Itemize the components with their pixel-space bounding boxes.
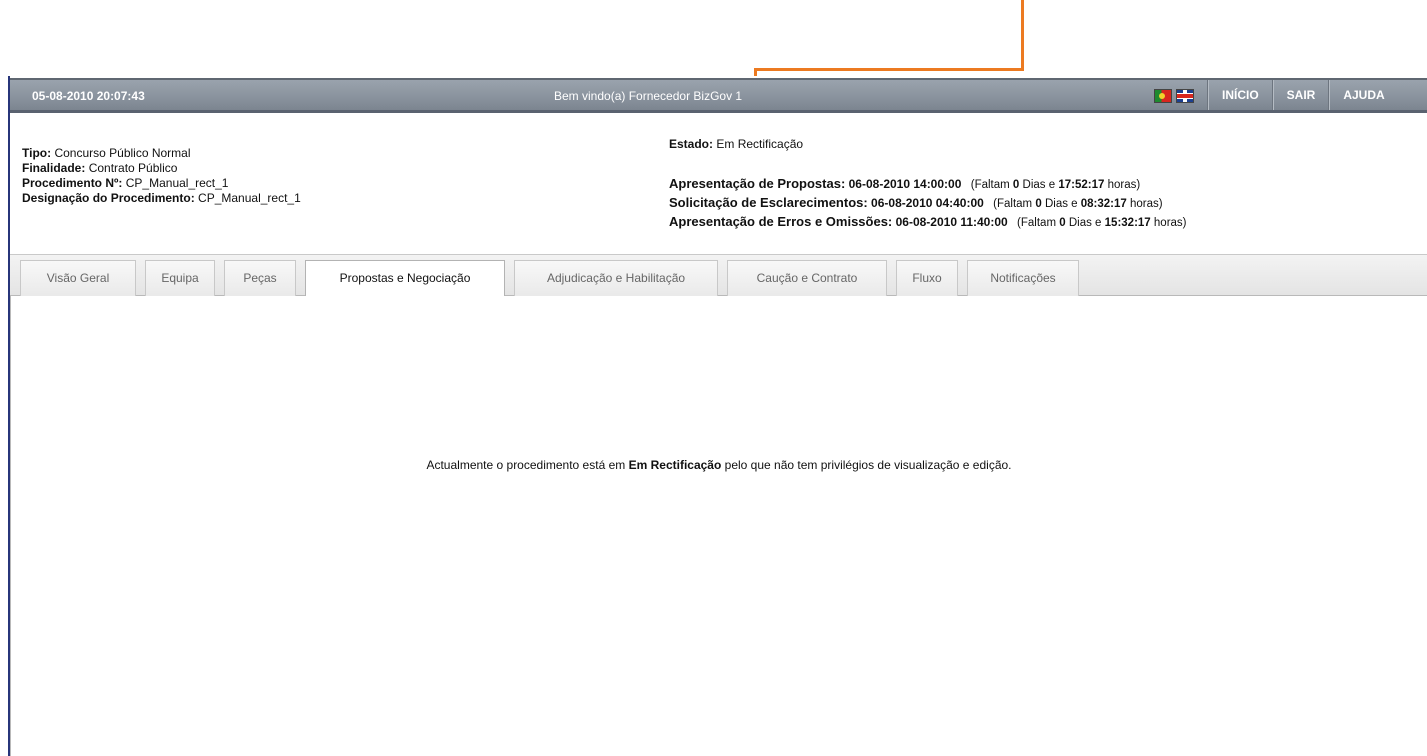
- deadline-row: Apresentação de Erros e Omissões: 06-08-…: [669, 213, 1187, 232]
- numero-value: CP_Manual_rect_1: [125, 176, 229, 190]
- tab-bar: Visão Geral Equipa Peças Propostas e Neg…: [10, 254, 1427, 298]
- callout-arrow-horizontal: [754, 68, 1024, 71]
- callout-arrow-vertical: [1021, 0, 1024, 70]
- remaining-prefix: (Faltam: [1017, 217, 1057, 229]
- deadline-row: Solicitação de Esclarecimentos: 06-08-20…: [669, 194, 1187, 213]
- nav-inicio-link[interactable]: INÍCIO: [1209, 80, 1272, 110]
- language-selector: [1154, 85, 1194, 107]
- top-bar: 05-08-2010 20:07:43 Bem vindo(a) Fornece…: [10, 78, 1427, 113]
- tipo-row: Tipo: Concurso Público Normal: [22, 146, 301, 161]
- deadline-row: Apresentação de Propostas: 06-08-2010 14…: [669, 175, 1187, 194]
- remaining-time: 08:32:17: [1080, 198, 1127, 210]
- deadline-remaining: (Faltam 0 Dias e 17:52:17 horas): [971, 179, 1140, 191]
- finalidade-value: Contrato Público: [88, 161, 178, 175]
- tab-pecas[interactable]: Peças: [224, 260, 296, 297]
- remaining-suffix: horas): [1153, 217, 1187, 229]
- message-text-after: pelo que não tem privilégios de visualiz…: [724, 458, 1012, 472]
- numero-label: Procedimento Nº:: [22, 176, 123, 190]
- remaining-suffix: horas): [1130, 198, 1163, 210]
- top-navigation: INÍCIO SAIR AJUDA: [1207, 80, 1398, 110]
- remaining-days: 0: [1035, 198, 1042, 210]
- designacao-row: Designação do Procedimento: CP_Manual_re…: [22, 191, 301, 206]
- tipo-value: Concurso Público Normal: [54, 146, 191, 160]
- no-privileges-message: Actualmente o procedimento está em Em Re…: [11, 458, 1427, 472]
- designacao-value: CP_Manual_rect_1: [198, 191, 301, 205]
- tab-propostas-negociacao[interactable]: Propostas e Negociação: [305, 260, 505, 298]
- tab-equipa[interactable]: Equipa: [145, 260, 215, 297]
- remaining-time: 15:32:17: [1104, 217, 1151, 229]
- remaining-mid: Dias e: [1068, 217, 1102, 229]
- welcome-message: Bem vindo(a) Fornecedor BizGov 1: [554, 89, 743, 103]
- estado-label: Estado:: [669, 137, 714, 151]
- tab-caucao-contrato[interactable]: Caução e Contrato: [727, 260, 887, 297]
- deadline-remaining: (Faltam 0 Dias e 15:32:17 horas): [1017, 217, 1186, 229]
- remaining-days: 0: [1059, 217, 1066, 229]
- pt-flag-icon[interactable]: [1154, 89, 1172, 103]
- deadline-datetime: 06-08-2010 11:40:00: [895, 215, 1008, 229]
- remaining-time: 17:52:17: [1058, 179, 1105, 191]
- tab-adjudicacao-habilitacao[interactable]: Adjudicação e Habilitação: [514, 260, 718, 297]
- tab-notificacoes[interactable]: Notificações: [967, 260, 1079, 297]
- message-state: Em Rectificação: [628, 458, 722, 472]
- deadlines-list: Apresentação de Propostas: 06-08-2010 14…: [669, 175, 1187, 232]
- nav-sair-link[interactable]: SAIR: [1274, 80, 1329, 110]
- remaining-mid: Dias e: [1044, 198, 1078, 210]
- remaining-suffix: horas): [1107, 179, 1141, 191]
- remaining-prefix: (Faltam: [993, 198, 1033, 210]
- deadline-datetime: 06-08-2010 14:00:00: [848, 177, 962, 191]
- deadline-label: Apresentação de Propostas:: [669, 176, 846, 191]
- estado-value: Em Rectificação: [716, 137, 804, 151]
- finalidade-label: Finalidade:: [22, 161, 86, 175]
- deadline-remaining: (Faltam 0 Dias e 08:32:17 horas): [993, 198, 1162, 210]
- uk-flag-icon[interactable]: [1176, 89, 1194, 103]
- remaining-days: 0: [1012, 179, 1020, 191]
- finalidade-row: Finalidade: Contrato Público: [22, 161, 301, 176]
- estado-status: Estado: Em Rectificação: [669, 137, 803, 151]
- remaining-mid: Dias e: [1022, 179, 1056, 191]
- message-text-before: Actualmente o procedimento está em: [426, 458, 626, 472]
- procedure-info: Tipo: Concurso Público Normal Finalidade…: [22, 146, 301, 206]
- current-datetime: 05-08-2010 20:07:43: [32, 89, 145, 103]
- designacao-label: Designação do Procedimento:: [22, 191, 195, 205]
- tab-content-panel: Actualmente o procedimento está em Em Re…: [10, 296, 1427, 756]
- tab-visao-geral[interactable]: Visão Geral: [20, 260, 136, 297]
- deadline-label: Solicitação de Esclarecimentos:: [669, 195, 868, 210]
- numero-row: Procedimento Nº: CP_Manual_rect_1: [22, 176, 301, 191]
- remaining-prefix: (Faltam: [970, 179, 1010, 191]
- nav-ajuda-link[interactable]: AJUDA: [1330, 80, 1397, 110]
- deadline-datetime: 06-08-2010 04:40:00: [871, 196, 984, 210]
- tipo-label: Tipo:: [22, 146, 52, 160]
- deadline-label: Apresentação de Erros e Omissões:: [669, 214, 893, 229]
- tab-fluxo[interactable]: Fluxo: [896, 260, 958, 297]
